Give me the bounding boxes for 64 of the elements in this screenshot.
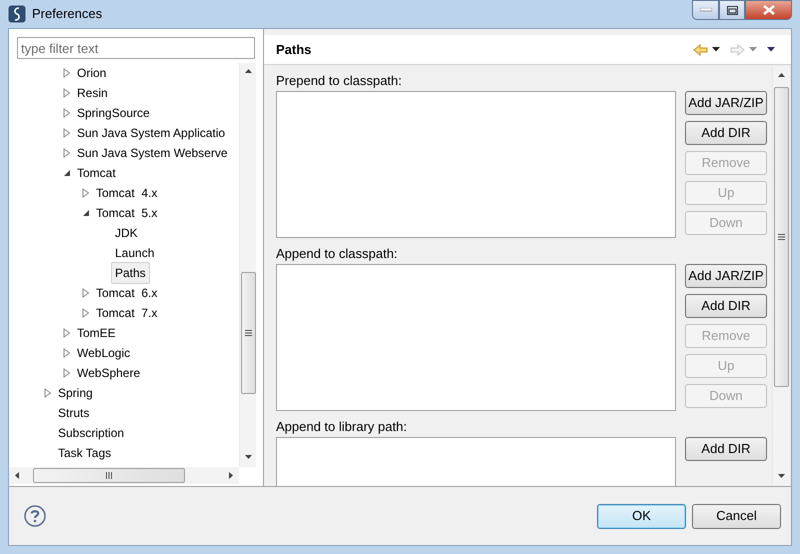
expand-arrow-icon[interactable] — [63, 108, 71, 118]
tree-item[interactable]: Tomcat 4.x — [92, 182, 162, 204]
grip-icon — [244, 330, 252, 336]
tree-item[interactable]: TomEE — [73, 322, 120, 344]
expand-arrow-icon[interactable] — [63, 348, 71, 358]
tree-item[interactable]: Tomcat 5.x — [92, 202, 162, 224]
action-button[interactable]: Add DIR — [685, 437, 767, 461]
vertical-scrollbar[interactable] — [772, 67, 789, 486]
caret-icon[interactable] — [712, 47, 720, 52]
expand-arrow-icon[interactable] — [63, 88, 71, 98]
tree-item[interactable]: Task Tags — [54, 442, 116, 464]
tree-item[interactable]: Launch — [111, 242, 158, 264]
section-label: Append to library path: — [276, 418, 408, 436]
tree-item[interactable]: Spring — [54, 382, 97, 404]
tree-item[interactable]: Sun Java System Applicatio — [73, 122, 230, 144]
expand-arrow-icon[interactable] — [63, 328, 71, 338]
minimize-button[interactable] — [692, 0, 719, 20]
expand-arrow-icon[interactable] — [82, 288, 90, 298]
collapse-arrow-icon[interactable] — [63, 169, 71, 177]
close-icon — [762, 5, 774, 15]
section-label: Prepend to classpath: — [276, 72, 403, 90]
tree-item[interactable]: WebLogic — [73, 342, 134, 364]
action-button[interactable]: Add DIR — [685, 121, 767, 145]
collapse-arrow-icon[interactable] — [82, 209, 90, 217]
expand-arrow-icon[interactable] — [44, 388, 52, 398]
forward-arrow-icon[interactable] — [730, 44, 745, 56]
action-button[interactable]: Add JAR/ZIP — [685, 264, 767, 288]
expand-arrow-icon[interactable] — [82, 188, 90, 198]
tree-item[interactable]: Tomcat — [73, 162, 120, 184]
tree-item[interactable]: Tomcat 6.x — [92, 282, 162, 304]
vertical-scrollbar[interactable] — [239, 63, 256, 467]
expand-arrow-icon[interactable] — [63, 368, 71, 378]
expand-arrow-icon[interactable] — [63, 148, 71, 158]
page-title: Paths — [276, 40, 312, 59]
tree-item[interactable]: Subscription — [54, 422, 128, 444]
help-icon[interactable] — [24, 505, 46, 527]
maximize-icon — [726, 6, 738, 14]
window-title: Preferences — [32, 5, 102, 24]
expand-arrow-icon[interactable] — [82, 308, 90, 318]
action-button[interactable]: Add DIR — [685, 294, 767, 318]
tree-item[interactable]: Struts — [54, 402, 94, 424]
tree-item[interactable]: SpringSource — [73, 102, 154, 124]
tree-item[interactable]: Tomcat 7.x — [92, 302, 162, 324]
dialog-button[interactable]: Cancel — [692, 504, 781, 528]
maximize-button[interactable] — [719, 0, 745, 20]
filter-field[interactable]: type filter text — [17, 37, 255, 59]
grip-icon — [778, 234, 784, 240]
section-label: Append to classpath: — [276, 245, 398, 263]
expand-arrow-icon[interactable] — [63, 128, 71, 138]
expand-arrow-icon[interactable] — [63, 68, 71, 78]
dialog-button[interactable]: OK — [597, 504, 686, 528]
grip-icon — [106, 472, 112, 479]
minimize-icon — [700, 8, 712, 12]
close-button[interactable] — [745, 0, 792, 20]
tree-item[interactable]: Paths — [111, 262, 150, 284]
view-menu-icon[interactable] — [767, 47, 775, 52]
tree-item[interactable]: Orion — [73, 63, 110, 84]
app-icon — [8, 5, 26, 23]
tree-item[interactable]: WebSphere — [73, 362, 144, 384]
tree-item[interactable]: JDK — [111, 222, 142, 244]
tree-item[interactable]: Sun Java System Webserve — [73, 142, 232, 164]
tree-item[interactable]: Resin — [73, 82, 112, 104]
action-button[interactable]: Add JAR/ZIP — [685, 91, 767, 115]
horizontal-scrollbar[interactable] — [9, 467, 239, 484]
